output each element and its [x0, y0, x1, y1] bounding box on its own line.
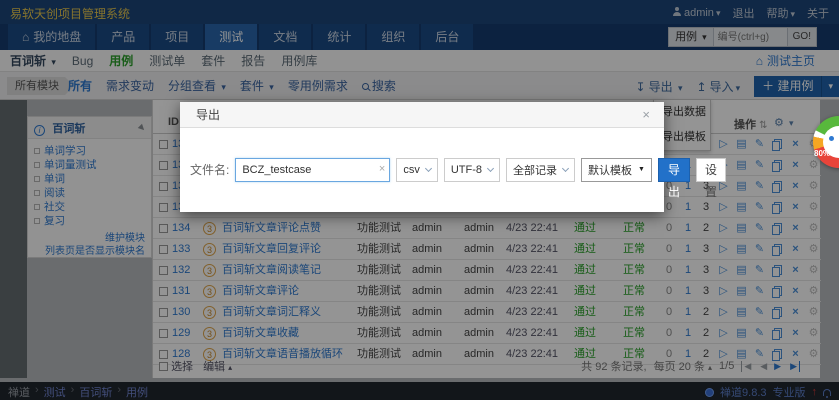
settings-button[interactable]: 设置: [696, 158, 726, 182]
clear-input-icon[interactable]: ×: [379, 163, 385, 175]
filename-label: 文件名:: [190, 161, 229, 178]
chevron-down-icon: [562, 164, 569, 171]
template-select[interactable]: 默认模板▼: [581, 158, 652, 182]
widget-dot-icon: [829, 136, 834, 141]
widget-percent: 80%: [814, 149, 830, 158]
app-window: 易软天创项目管理系统 admin▾ 退出 帮助▾ 关于 ⌂我的地盘 产品 项目 …: [0, 0, 839, 400]
dropdown-arrow-icon: ▼: [638, 166, 645, 173]
filename-input[interactable]: [235, 158, 390, 182]
chevron-down-icon: [487, 164, 494, 171]
close-icon[interactable]: [642, 102, 650, 128]
encoding-select[interactable]: UTF-8: [444, 158, 500, 182]
chevron-down-icon: [425, 164, 432, 171]
export-submit-button[interactable]: 导出: [658, 158, 690, 182]
export-dialog: 导出 文件名: × csv UTF-8 全部记录 默认模板▼ 导出 设置: [180, 102, 664, 212]
dialog-title: 导出: [196, 108, 220, 122]
file-type-select[interactable]: csv: [396, 158, 438, 182]
record-range-select[interactable]: 全部记录: [506, 158, 575, 182]
